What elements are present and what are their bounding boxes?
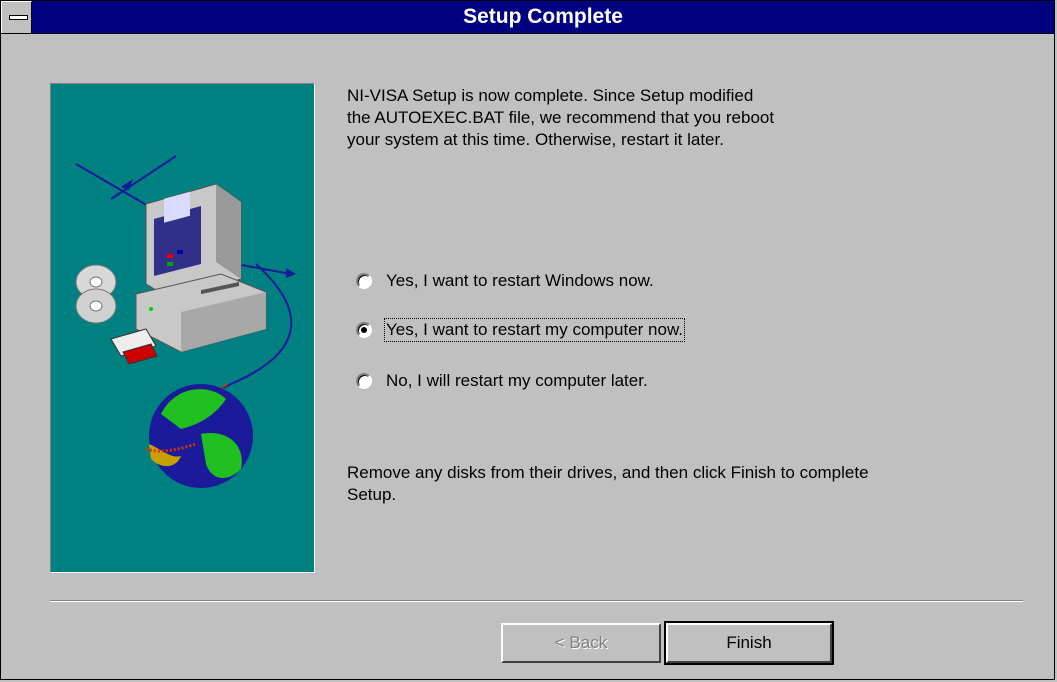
- restart-later-option[interactable]: No, I will restart my computer later.: [356, 369, 648, 393]
- restart-later-label: No, I will restart my computer later.: [386, 371, 648, 390]
- restart-windows-option[interactable]: Yes, I want to restart Windows now.: [356, 269, 654, 293]
- system-menu-icon: [9, 15, 28, 20]
- restart-computer-option[interactable]: Yes, I want to restart my computer now.: [356, 318, 686, 342]
- radio-restart-computer[interactable]: [356, 322, 372, 338]
- system-menu-button[interactable]: [1, 1, 32, 33]
- remove-disks-message: Remove any disks from their drives, and …: [347, 463, 869, 504]
- radio-restart-later[interactable]: [356, 373, 372, 389]
- button-divider: [50, 600, 1023, 602]
- computer-globe-illustration: [75, 155, 296, 488]
- title-bar: Setup Complete: [1, 1, 1054, 34]
- setup-complete-message: NI-VISA Setup is now complete. Since Set…: [347, 86, 775, 149]
- finish-button[interactable]: Finish: [664, 621, 834, 665]
- restart-windows-label: Yes, I want to restart Windows now.: [386, 271, 654, 290]
- back-button[interactable]: < Back: [501, 623, 661, 663]
- setup-complete-dialog: Setup Complete NI-VISA Setup is now comp…: [0, 0, 1055, 680]
- setup-illustration: [50, 83, 315, 573]
- restart-computer-label: Yes, I want to restart my computer now.: [383, 318, 686, 342]
- dialog-title: Setup Complete: [463, 5, 623, 28]
- radio-restart-windows[interactable]: [356, 273, 372, 289]
